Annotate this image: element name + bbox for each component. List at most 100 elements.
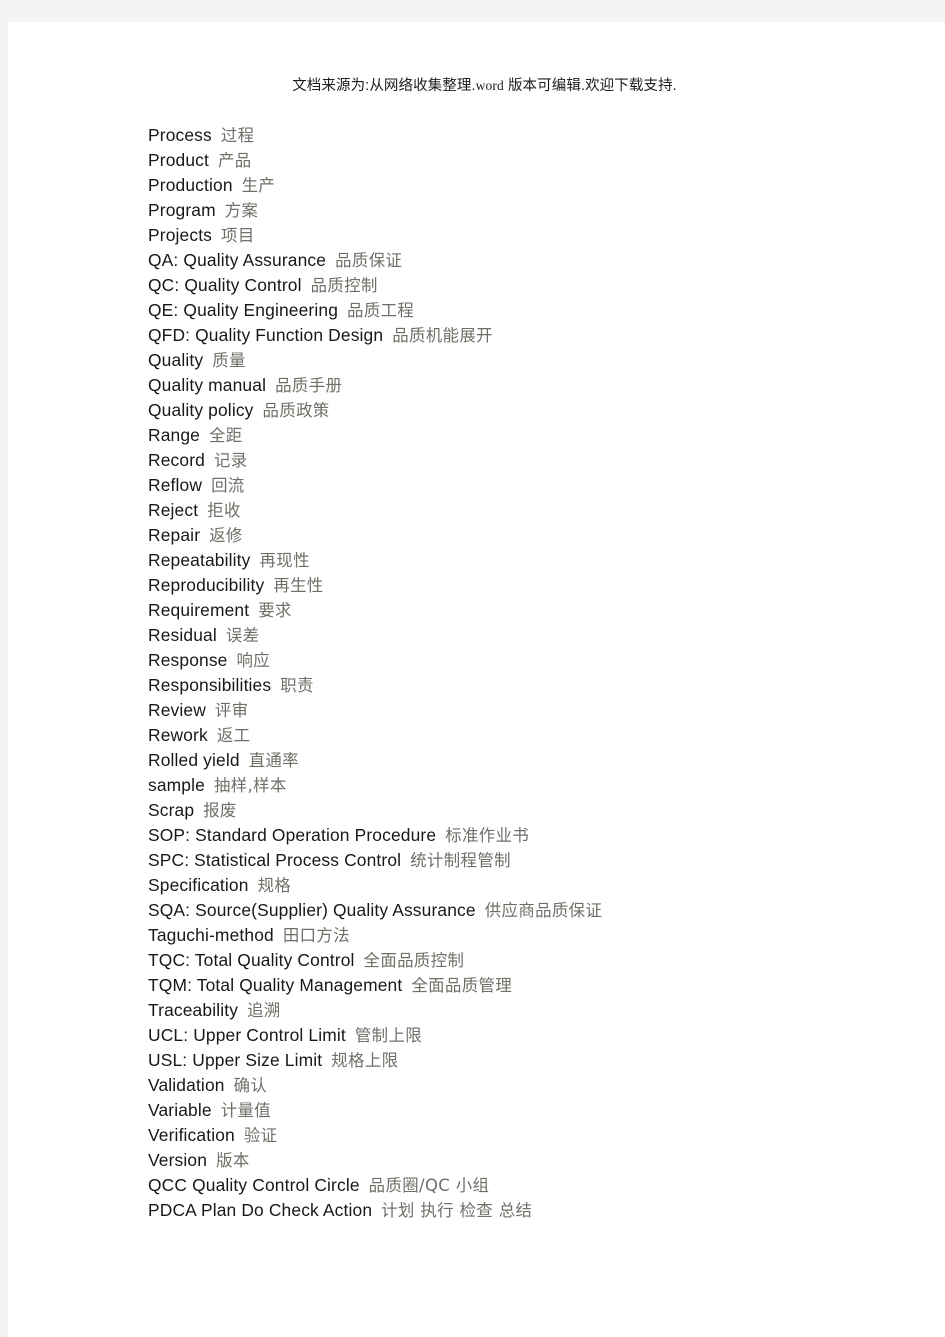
glossary-entry: Traceability 追溯: [148, 998, 908, 1023]
glossary-entry-term: Variable: [148, 1100, 212, 1120]
glossary-entry-term: Projects: [148, 225, 213, 245]
glossary-entry-translation: 版本: [216, 1151, 250, 1170]
glossary-entry-translation: 返工: [216, 726, 251, 745]
glossary-entry-term: Process: [148, 125, 212, 145]
glossary-entry-translation: 直通率: [248, 751, 300, 770]
glossary-entry-translation: 验证: [243, 1126, 278, 1145]
glossary-entry-term: QCC Quality Control Circle: [148, 1175, 360, 1195]
scan-edge-left: [0, 0, 8, 1337]
glossary-entry-translation: 品质手册: [275, 376, 343, 395]
glossary-entry-translation: 规格上限: [331, 1051, 399, 1070]
glossary-entry-translation: 拒收: [207, 501, 241, 520]
glossary-entry-term: SOP: Standard Operation Procedure: [148, 825, 437, 845]
glossary-entry-translation: 方案: [224, 201, 259, 220]
glossary-entry-term: Quality policy: [148, 400, 254, 420]
glossary-entry: Range 全距: [148, 423, 908, 448]
glossary-entry-term: sample: [148, 775, 205, 795]
glossary-entry: Repair 返修: [148, 523, 908, 548]
glossary-entry-translation: 品质政策: [262, 401, 330, 420]
glossary-entry-term: Quality: [148, 350, 204, 370]
glossary-entry-term: Validation: [148, 1075, 225, 1095]
glossary-entry-translation: 产品: [217, 151, 252, 170]
glossary-entry: Rework 返工: [148, 723, 908, 748]
glossary-entry: QCC Quality Control Circle 品质圈/QC 小组: [148, 1173, 908, 1198]
glossary-entry: USL: Upper Size Limit 规格上限: [148, 1048, 908, 1073]
glossary-entry: Verification 验证: [148, 1123, 908, 1148]
glossary-entry: Quality policy 品质政策: [148, 398, 908, 423]
glossary-entry-translation: 田口方法: [282, 926, 351, 945]
glossary-entry: QA: Quality Assurance 品质保证: [148, 248, 908, 273]
glossary-entry: QFD: Quality Function Design 品质机能展开: [148, 323, 908, 348]
glossary-entry-term: Traceability: [148, 1000, 239, 1020]
glossary-entry-term: Program: [148, 200, 216, 220]
glossary-entry-translation: 抽样,样本: [213, 776, 287, 795]
glossary-entry-term: Verification: [148, 1125, 235, 1145]
glossary-entry-translation: 全面品质控制: [363, 951, 465, 970]
glossary-entry-term: Response: [148, 650, 228, 670]
glossary-entry-term: TQM: Total Quality Management: [148, 975, 403, 995]
glossary-entry: Record 记录: [148, 448, 908, 473]
glossary-entry-translation: 品质工程: [347, 301, 415, 320]
glossary-entry-translation: 生产: [241, 176, 276, 195]
glossary-entry-term: SQA: Source(Supplier) Quality Assurance: [148, 900, 476, 920]
glossary-entry-translation: 全面品质管理: [411, 976, 513, 995]
glossary-entry-term: USL: Upper Size Limit: [148, 1050, 323, 1070]
glossary-entry-translation: 计量值: [220, 1101, 272, 1120]
glossary-entry-translation: 过程: [220, 126, 255, 145]
glossary-entry: Response 响应: [148, 648, 908, 673]
document-source-note: 文档来源为:从网络收集整理.word 版本可编辑.欢迎下载支持.: [0, 76, 945, 96]
glossary-entry-term: Specification: [148, 875, 249, 895]
source-note-before: 文档来源为:从网络收集整理.: [292, 78, 476, 94]
glossary-entry: Program 方案: [148, 198, 908, 223]
glossary-entry-term: Production: [148, 175, 233, 195]
glossary-entry-translation: 确认: [233, 1076, 268, 1095]
glossary-entry: Validation 确认: [148, 1073, 908, 1098]
document-page: 文档来源为:从网络收集整理.word 版本可编辑.欢迎下载支持. Process…: [0, 0, 945, 1337]
glossary-entry-translation: 项目: [221, 226, 255, 245]
glossary-entry-term: QC: Quality Control: [148, 275, 302, 295]
glossary-entry-term: QFD: Quality Function Design: [148, 325, 384, 345]
glossary-entry-term: QE: Quality Engineering: [148, 300, 339, 320]
glossary-entry: Quality manual 品质手册: [148, 373, 908, 398]
glossary-entry: Residual 误差: [148, 623, 908, 648]
glossary-entry: Rolled yield 直通率: [148, 748, 908, 773]
glossary-entry-term: Version: [148, 1150, 208, 1170]
glossary-entry-translation: 追溯: [247, 1001, 281, 1020]
source-note-word: word: [475, 78, 504, 93]
glossary-entry-term: Rework: [148, 725, 208, 745]
glossary-entry-term: Record: [148, 450, 205, 470]
glossary-entry: sample 抽样,样本: [148, 773, 908, 798]
glossary-list: Process 过程 Product 产品 Production 生产 Program 方案 P…: [148, 123, 908, 1223]
glossary-entry-translation: 返修: [209, 526, 243, 545]
glossary-entry-term: Requirement: [148, 600, 250, 620]
glossary-entry-term: Product: [148, 150, 209, 170]
glossary-entry-translation: 误差: [225, 626, 260, 645]
glossary-entry-term: Repeatability: [148, 550, 251, 570]
glossary-entry-term: TQC: Total Quality Control: [148, 950, 355, 970]
source-note-after: 版本可编辑.欢迎下载支持.: [503, 78, 677, 94]
glossary-entry: Reproducibility 再生性: [148, 573, 908, 598]
glossary-entry: Review 评审: [148, 698, 908, 723]
glossary-entry: QE: Quality Engineering 品质工程: [148, 298, 908, 323]
glossary-entry: Quality 质量: [148, 348, 908, 373]
glossary-entry-term: Residual: [148, 625, 217, 645]
glossary-entry-term: Reject: [148, 500, 199, 520]
glossary-entry: Specification 规格: [148, 873, 908, 898]
glossary-entry: Product 产品: [148, 148, 908, 173]
glossary-entry-term: Quality manual: [148, 375, 267, 395]
glossary-entry-translation: 品质机能展开: [392, 326, 493, 345]
glossary-entry-translation: 要求: [258, 601, 292, 620]
glossary-entry: Taguchi-method 田口方法: [148, 923, 908, 948]
glossary-entry-translation: 计划 执行 检查 总结: [381, 1201, 533, 1220]
glossary-entry-translation: 响应: [236, 651, 271, 670]
glossary-entry-translation: 规格: [257, 876, 292, 895]
glossary-entry-term: Scrap: [148, 800, 195, 820]
glossary-entry-translation: 记录: [213, 451, 248, 470]
glossary-entry-translation: 标准作业书: [445, 826, 530, 845]
glossary-entry: Reflow 回流: [148, 473, 908, 498]
glossary-entry: Repeatability 再现性: [148, 548, 908, 573]
glossary-entry-translation: 品质控制: [310, 276, 378, 295]
scan-edge-top: [0, 0, 945, 22]
glossary-entry-term: Reflow: [148, 475, 203, 495]
glossary-entry-translation: 报废: [203, 801, 237, 820]
